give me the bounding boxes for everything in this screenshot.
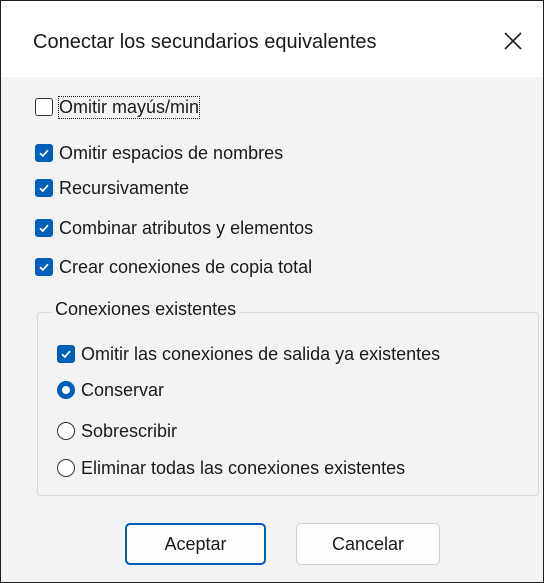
check-icon	[39, 224, 49, 233]
radio-unselected[interactable]	[57, 459, 75, 477]
option-label: Recursivamente	[59, 177, 190, 198]
option-ignore-case[interactable]: Omitir mayús/min	[35, 94, 201, 120]
checkbox-checked[interactable]	[35, 144, 53, 162]
radio-selected[interactable]	[57, 381, 75, 399]
radio-unselected[interactable]	[57, 422, 75, 440]
radio-delete-all[interactable]: Eliminar todas las conexiones existentes	[57, 455, 405, 481]
option-label: Combinar atributos y elementos	[59, 217, 314, 238]
option-create-copy-all[interactable]: Crear conexiones de copia total	[35, 254, 312, 280]
title-bar: Conectar los secundarios equivalentes	[1, 1, 543, 77]
checkbox-checked[interactable]	[35, 258, 53, 276]
option-merge-attributes[interactable]: Combinar atributos y elementos	[35, 215, 313, 241]
radio-overwrite[interactable]: Sobrescribir	[57, 418, 177, 444]
dialog-title: Conectar los secundarios equivalentes	[33, 31, 377, 53]
check-icon	[39, 149, 49, 158]
option-label: Omitir mayús/min	[57, 95, 201, 119]
option-label: Omitir espacios de nombres	[59, 142, 284, 163]
check-icon	[39, 263, 49, 272]
radio-label: Conservar	[81, 379, 165, 400]
checkbox-unchecked[interactable]	[35, 98, 53, 116]
cancel-button[interactable]: Cancelar	[296, 523, 440, 565]
check-icon	[61, 350, 71, 359]
radio-label: Sobrescribir	[81, 420, 178, 441]
close-button[interactable]	[489, 19, 537, 63]
group-legend: Conexiones existentes	[51, 299, 241, 320]
checkbox-checked[interactable]	[35, 219, 53, 237]
dialog-window: Conectar los secundarios equivalentes Om…	[0, 0, 544, 583]
option-recursive[interactable]: Recursivamente	[35, 175, 189, 201]
check-icon	[39, 184, 49, 193]
checkbox-checked[interactable]	[35, 179, 53, 197]
option-skip-outgoing[interactable]: Omitir las conexiones de salida ya exist…	[57, 341, 440, 367]
ok-button[interactable]: Aceptar	[125, 523, 266, 565]
option-label: Crear conexiones de copia total	[59, 256, 313, 277]
close-icon	[504, 32, 522, 50]
checkbox-checked[interactable]	[57, 345, 75, 363]
radio-keep[interactable]: Conservar	[57, 377, 164, 403]
option-label: Omitir las conexiones de salida ya exist…	[81, 343, 441, 364]
radio-label: Eliminar todas las conexiones existentes	[81, 457, 406, 478]
option-ignore-namespaces[interactable]: Omitir espacios de nombres	[35, 140, 283, 166]
